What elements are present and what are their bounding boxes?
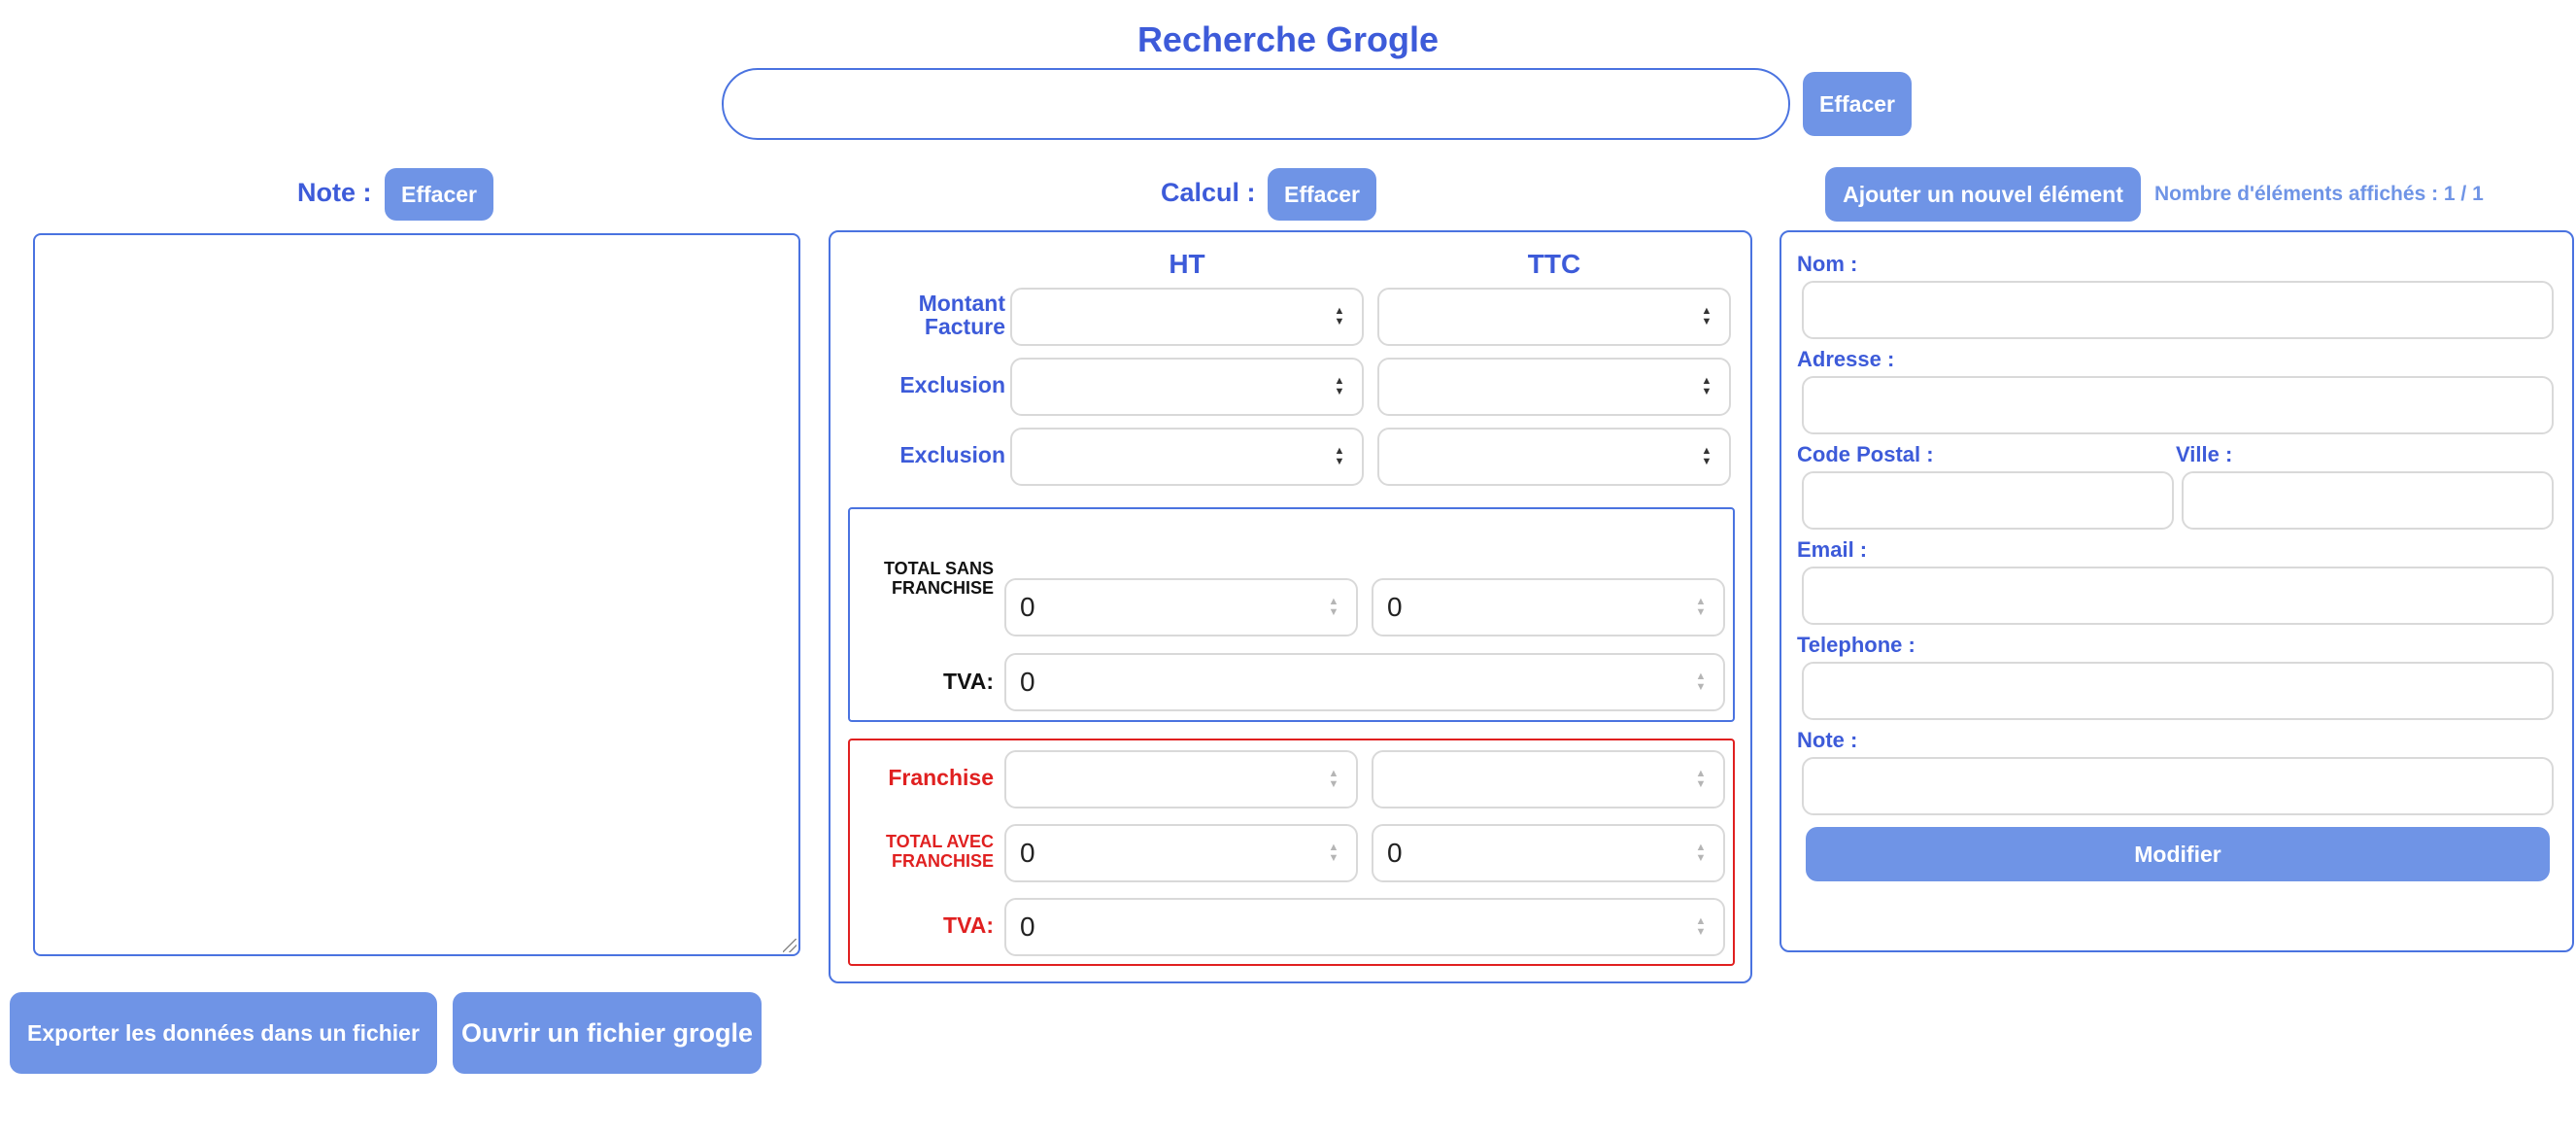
tva-label: TVA: <box>943 669 994 694</box>
total-sans-franchise-ttc-value: 0 <box>1387 592 1403 622</box>
franchise-ht-input[interactable]: ▲ ▼ <box>1004 750 1358 808</box>
exclusion-2-ht-input[interactable]: ▲ ▼ <box>1010 428 1364 486</box>
exclusion-2-label: Exclusion <box>899 442 1005 467</box>
exclusion-1-label: Exclusion <box>899 372 1005 397</box>
spinner-icon[interactable]: ▲ ▼ <box>1700 374 1713 399</box>
note-section-label: Note : <box>297 178 372 207</box>
note-textarea[interactable] <box>33 233 800 956</box>
telephone-field[interactable] <box>1802 662 2554 720</box>
total-avec-franchise-label-line1: TOTAL AVEC <box>885 832 994 851</box>
open-file-button[interactable]: Ouvrir un fichier grogle <box>453 992 762 1074</box>
spinner-icon[interactable]: ▲ ▼ <box>1333 374 1346 399</box>
exclusion-2-ttc-input[interactable]: ▲ ▼ <box>1377 428 1731 486</box>
franchise-box: Franchise ▲ ▼ ▲ ▼ TOTAL AVEC FRANCHISE 0 ▲… <box>848 739 1735 966</box>
spinner-icon[interactable]: ▲ ▼ <box>1333 444 1346 469</box>
telephone-label: Telephone : <box>1797 633 1915 657</box>
search-input[interactable] <box>722 68 1790 140</box>
nom-field[interactable] <box>1802 281 2554 339</box>
total-sans-franchise-ttc-input[interactable]: 0 ▲ ▼ <box>1372 578 1725 636</box>
franchise-tva-label: TVA: <box>943 912 994 938</box>
montant-facture-label: Montant Facture <box>850 292 1005 338</box>
ville-label: Ville : <box>2176 442 2233 466</box>
spinner-icon[interactable]: ▲ ▼ <box>1700 304 1713 329</box>
spinner-icon[interactable]: ▲ ▼ <box>1700 444 1713 469</box>
tva-input[interactable]: 0 ▲ ▼ <box>1004 653 1725 711</box>
total-avec-franchise-ht-input[interactable]: 0 ▲ ▼ <box>1004 824 1358 882</box>
spinner-icon[interactable]: ▲ ▼ <box>1694 595 1708 620</box>
contact-note-field[interactable] <box>1802 757 2554 815</box>
montant-facture-label-line2: Facture <box>924 314 1005 339</box>
element-count-label: Nombre d'éléments affichés : 1 / 1 <box>2154 183 2484 205</box>
total-sans-franchise-label-line1: TOTAL SANS <box>883 559 994 578</box>
nom-label: Nom : <box>1797 252 1858 276</box>
page-title: Recherche Grogle <box>1136 19 1440 59</box>
franchise-ttc-input[interactable]: ▲ ▼ <box>1372 750 1725 808</box>
total-avec-franchise-ttc-value: 0 <box>1387 838 1403 868</box>
spinner-icon[interactable]: ▲ ▼ <box>1694 670 1708 695</box>
column-header-ht: HT <box>1169 249 1205 279</box>
spinner-icon[interactable]: ▲ ▼ <box>1694 767 1708 792</box>
franchise-label: Franchise <box>888 765 994 790</box>
franchise-tva-value: 0 <box>1020 911 1035 942</box>
total-sans-franchise-label-line2: FRANCHISE <box>891 578 994 598</box>
email-label: Email : <box>1797 537 1868 562</box>
total-avec-franchise-ttc-input[interactable]: 0 ▲ ▼ <box>1372 824 1725 882</box>
spinner-icon[interactable]: ▲ ▼ <box>1694 914 1708 940</box>
montant-facture-ttc-input[interactable]: ▲ ▼ <box>1377 288 1731 346</box>
exclusion-1-ht-input[interactable]: ▲ ▼ <box>1010 358 1364 416</box>
spinner-icon[interactable]: ▲ ▼ <box>1333 304 1346 329</box>
totals-box: TOTAL SANS FRANCHISE 0 ▲ ▼ 0 ▲ ▼ TVA: 0 ▲ ▼ <box>848 507 1735 722</box>
code-postal-label: Code Postal : <box>1797 442 1934 466</box>
total-avec-franchise-label: TOTAL AVEC FRANCHISE <box>858 832 994 871</box>
search-clear-button[interactable]: Effacer <box>1803 72 1912 136</box>
tva-value: 0 <box>1020 667 1035 697</box>
ville-field[interactable] <box>2182 471 2554 530</box>
spinner-icon[interactable]: ▲ ▼ <box>1327 767 1340 792</box>
spinner-icon[interactable]: ▲ ▼ <box>1694 841 1708 866</box>
calc-section-label: Calcul : <box>1161 178 1256 207</box>
add-element-button[interactable]: Ajouter un nouvel élément <box>1825 167 2141 222</box>
modifier-button[interactable]: Modifier <box>1806 827 2550 881</box>
contact-panel: Nom : Adresse : Code Postal : Ville : Em… <box>1779 230 2574 952</box>
exclusion-1-ttc-input[interactable]: ▲ ▼ <box>1377 358 1731 416</box>
note-clear-button[interactable]: Effacer <box>385 168 493 221</box>
total-sans-franchise-ht-value: 0 <box>1020 592 1035 622</box>
export-button[interactable]: Exporter les données dans un fichier <box>10 992 437 1074</box>
total-avec-franchise-label-line2: FRANCHISE <box>891 851 994 871</box>
code-postal-field[interactable] <box>1802 471 2174 530</box>
adresse-field[interactable] <box>1802 376 2554 434</box>
email-field[interactable] <box>1802 567 2554 625</box>
total-sans-franchise-ht-input[interactable]: 0 ▲ ▼ <box>1004 578 1358 636</box>
resize-handle-icon[interactable] <box>783 939 797 952</box>
spinner-icon[interactable]: ▲ ▼ <box>1327 841 1340 866</box>
calc-panel: HT TTC Montant Facture ▲ ▼ ▲ ▼ Exclusion ▲… <box>829 230 1752 983</box>
spinner-icon[interactable]: ▲ ▼ <box>1327 595 1340 620</box>
column-header-ttc: TTC <box>1527 249 1581 279</box>
montant-facture-ht-input[interactable]: ▲ ▼ <box>1010 288 1364 346</box>
montant-facture-label-line1: Montant <box>918 291 1005 316</box>
contact-note-label: Note : <box>1797 728 1858 752</box>
franchise-tva-input[interactable]: 0 ▲ ▼ <box>1004 898 1725 956</box>
calc-clear-button[interactable]: Effacer <box>1268 168 1376 221</box>
adresse-label: Adresse : <box>1797 347 1895 371</box>
total-avec-franchise-ht-value: 0 <box>1020 838 1035 868</box>
total-sans-franchise-label: TOTAL SANS FRANCHISE <box>858 559 994 598</box>
